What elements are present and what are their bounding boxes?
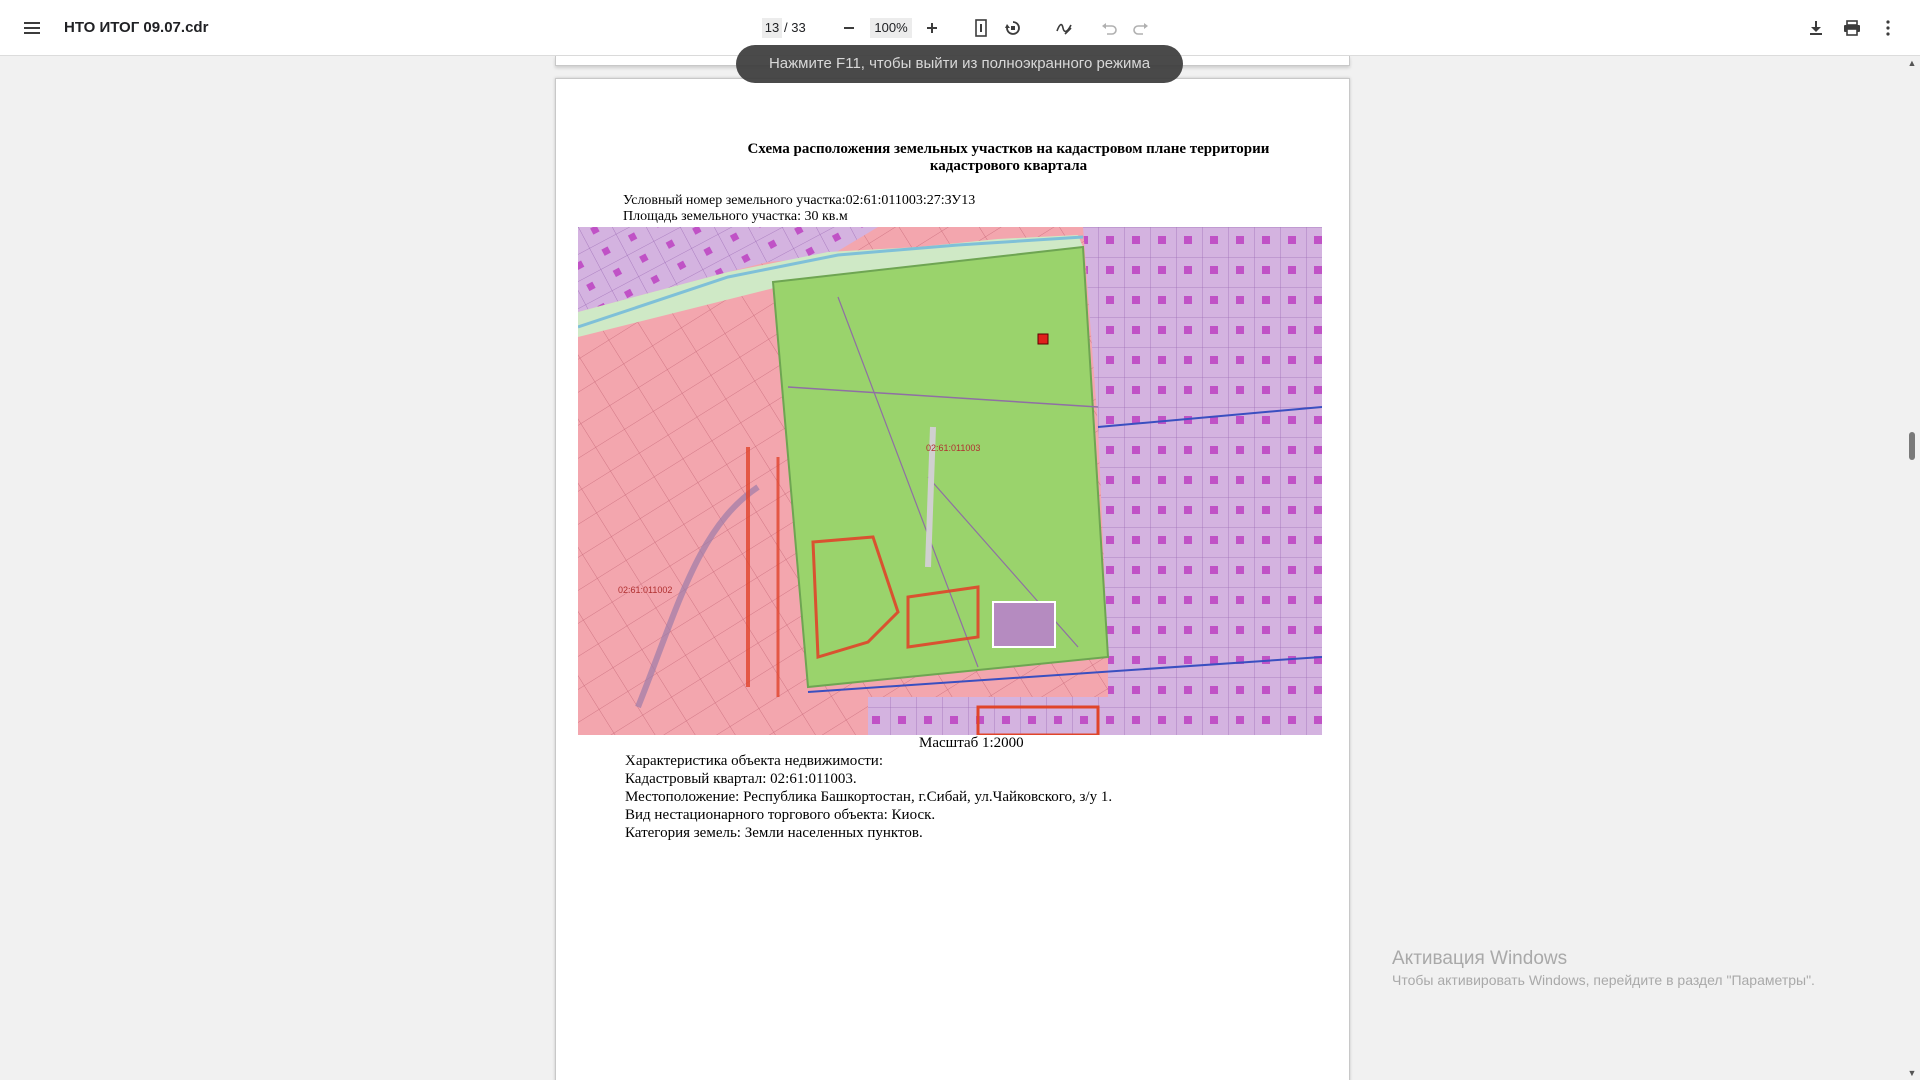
info-line-land-category: Категория земель: Земли населенных пункт… — [625, 825, 923, 841]
page-heading: Схема расположения земельных участков на… — [556, 141, 1351, 175]
page-number-input[interactable]: 13 — [762, 18, 782, 38]
vertical-scrollbar[interactable]: ▲ ▼ — [1904, 56, 1920, 1080]
scroll-up-icon[interactable]: ▲ — [1907, 58, 1917, 68]
heading-line-2: кадастрового квартала — [929, 158, 1088, 174]
zoom-out-icon[interactable] — [837, 16, 861, 40]
rotate-icon[interactable] — [1001, 16, 1025, 40]
info-line-quarter: Кадастровый квартал: 02:61:011003. — [625, 771, 857, 787]
download-icon[interactable] — [1804, 16, 1828, 40]
document-title: НТО ИТОГ 09.07.cdr — [64, 19, 209, 36]
heading-line-1: Схема расположения земельных участков на… — [747, 141, 1270, 157]
page-total: / 33 — [784, 20, 806, 35]
zoom-in-icon[interactable] — [920, 16, 944, 40]
info-line-object-type: Вид нестационарного торгового объекта: К… — [625, 807, 936, 823]
map-label-quarter-west: 02:61:011002 — [618, 585, 672, 595]
windows-activation-subtitle: Чтобы активировать Windows, перейдите в … — [1392, 972, 1815, 988]
annotate-icon[interactable] — [1052, 16, 1076, 40]
fit-page-icon[interactable] — [969, 16, 993, 40]
info-line-heading: Характеристика объекта недвижимости: — [625, 753, 883, 769]
more-icon[interactable] — [1876, 16, 1900, 40]
plot-number: Условный номер земельного участка:02:61:… — [623, 193, 976, 208]
undo-icon[interactable] — [1097, 16, 1121, 40]
info-line-location: Местоположение: Республика Башкортостан,… — [625, 789, 1113, 805]
fullscreen-exit-toast: Нажмите F11, чтобы выйти из полноэкранно… — [736, 45, 1183, 83]
zoom-level-input[interactable]: 100% — [870, 18, 912, 38]
map-scale: Масштаб 1:2000 — [919, 735, 1024, 751]
plot-area: Площадь земельного участка: 30 кв.м — [623, 209, 848, 224]
print-icon[interactable] — [1840, 16, 1864, 40]
windows-activation-title: Активация Windows — [1392, 948, 1568, 969]
scroll-down-icon[interactable]: ▼ — [1907, 1068, 1917, 1078]
document-page: Схема расположения земельных участков на… — [555, 78, 1350, 1080]
menu-icon[interactable] — [20, 16, 44, 40]
cadastral-map: 02:61:011003 02:61:011002 — [578, 227, 1322, 735]
map-label-quarter-main: 02:61:011003 — [926, 443, 980, 453]
redo-icon[interactable] — [1129, 16, 1153, 40]
scroll-thumb[interactable] — [1909, 432, 1915, 460]
